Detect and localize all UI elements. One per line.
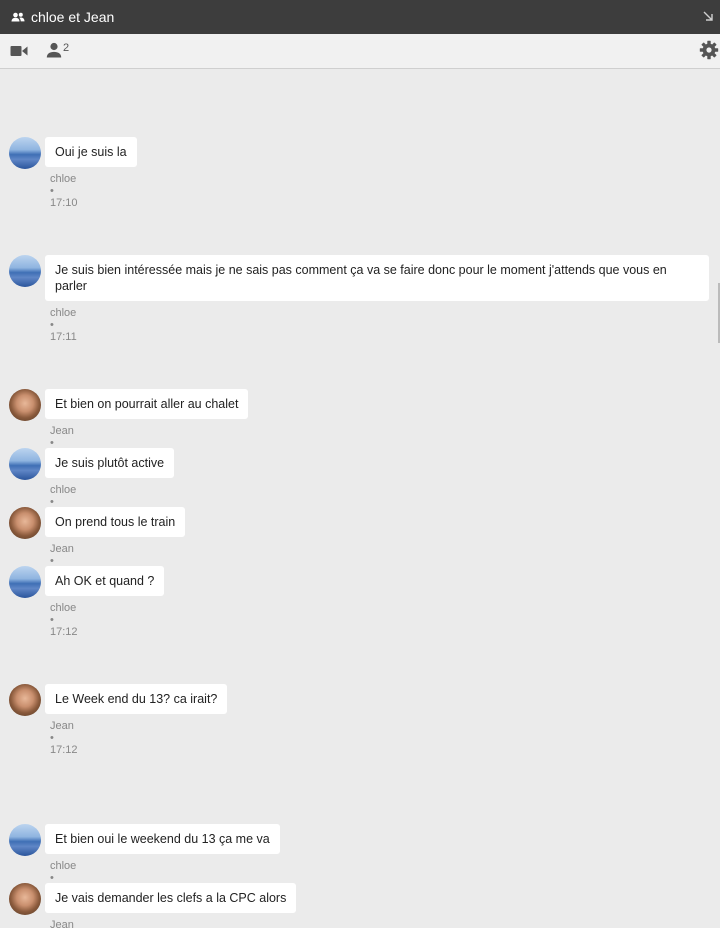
participants-count: 2 (63, 42, 70, 54)
avatar-jean[interactable] (9, 507, 41, 539)
avatar-chloe[interactable] (9, 824, 41, 856)
message-bubble[interactable]: Je suis plutôt active (45, 448, 175, 478)
window-title: chloe et Jean (31, 9, 115, 25)
avatar-jean[interactable] (9, 883, 41, 915)
message-text: Je suis plutôt active (55, 456, 165, 470)
avatar-jean[interactable] (9, 684, 41, 716)
window-titlebar: chloe et Jean (0, 0, 720, 34)
message-text: Ah OK et quand ? (55, 574, 155, 588)
chat-toolbar: 2 (0, 34, 720, 69)
person-icon (46, 42, 62, 58)
message-meta: Jean • 17:14 (50, 919, 74, 928)
message-bubble[interactable]: Le Week end du 13? ca irait? (45, 684, 228, 714)
avatar-chloe[interactable] (9, 566, 41, 598)
message-bubble[interactable]: Je vais demander les clefs a la CPC alor… (45, 883, 297, 913)
message-text: Je suis bien intéressée mais je ne sais … (55, 263, 667, 293)
settings-gear-icon[interactable] (699, 40, 719, 60)
avatar-chloe[interactable] (9, 137, 41, 169)
message-meta: chloe • 17:10 (50, 173, 78, 209)
group-icon (11, 12, 25, 22)
message-bubble[interactable]: Ah OK et quand ? (45, 566, 165, 596)
message-bubble[interactable]: Oui je suis la (45, 137, 137, 167)
video-camera-icon[interactable] (10, 45, 28, 57)
message-bubble[interactable]: Et bien oui le weekend du 13 ça me va (45, 824, 280, 854)
message-text: Et bien oui le weekend du 13 ça me va (55, 832, 270, 846)
message-meta: chloe • 17:11 (50, 307, 77, 343)
message-text: Le Week end du 13? ca irait? (55, 692, 218, 706)
message-meta: Jean • 17:12 (50, 720, 78, 756)
message-text: Je vais demander les clefs a la CPC alor… (55, 891, 287, 905)
message-bubble[interactable]: On prend tous le train (45, 507, 186, 537)
chat-message-list[interactable]: Chloé ?17:09Oui je suis lachloe • 17:10T… (0, 70, 720, 928)
resize-icon[interactable] (702, 10, 714, 22)
message-bubble[interactable]: Et bien on pourrait aller au chalet (45, 389, 249, 419)
message-text: On prend tous le train (55, 515, 176, 529)
message-bubble[interactable]: Je suis bien intéressée mais je ne sais … (45, 255, 709, 301)
participants-button[interactable]: 2 (46, 42, 69, 58)
message-meta: chloe • 17:12 (50, 602, 78, 638)
message-text: Et bien on pourrait aller au chalet (55, 397, 239, 411)
message-text: Oui je suis la (55, 145, 127, 159)
avatar-chloe[interactable] (9, 448, 41, 480)
avatar-chloe[interactable] (9, 255, 41, 287)
avatar-jean[interactable] (9, 389, 41, 421)
